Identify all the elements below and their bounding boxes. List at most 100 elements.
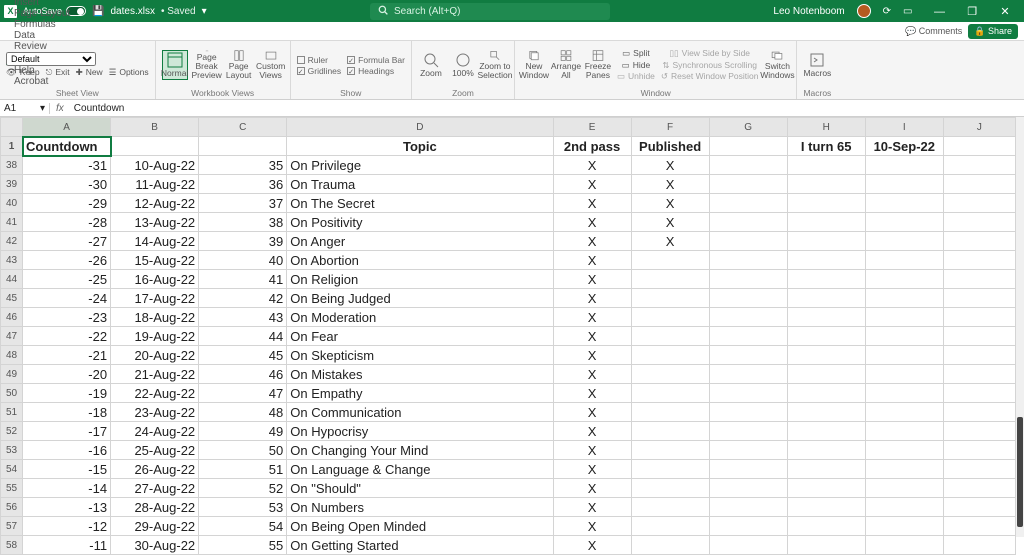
cell[interactable] [631, 422, 709, 441]
cell[interactable]: X [553, 327, 631, 346]
cell[interactable] [709, 270, 787, 289]
cell[interactable] [865, 251, 943, 270]
cell[interactable]: 55 [199, 536, 287, 555]
cell[interactable]: On Communication [287, 403, 553, 422]
save-icon[interactable]: 💾 [92, 6, 104, 17]
cell[interactable]: 18-Aug-22 [111, 308, 199, 327]
cell[interactable] [709, 498, 787, 517]
cell[interactable] [787, 498, 865, 517]
cell[interactable]: -27 [23, 232, 111, 251]
cell[interactable]: X [553, 403, 631, 422]
col-header-D[interactable]: D [287, 118, 553, 137]
view-side-by-side-button[interactable]: ▯▯ View Side by Side [661, 48, 759, 59]
cell[interactable] [787, 403, 865, 422]
cell[interactable]: 10-Sep-22 [865, 137, 943, 156]
cell[interactable] [865, 422, 943, 441]
cell[interactable]: 40 [199, 251, 287, 270]
cell[interactable]: 38 [199, 213, 287, 232]
row-header[interactable]: 55 [1, 479, 23, 498]
cell[interactable]: 27-Aug-22 [111, 479, 199, 498]
cell[interactable] [709, 327, 787, 346]
comments-button[interactable]: 💬 Comments [905, 26, 962, 37]
cell[interactable]: 30-Aug-22 [111, 536, 199, 555]
row-header[interactable]: 39 [1, 175, 23, 194]
fx-icon[interactable]: fx [50, 103, 70, 114]
cell[interactable]: -24 [23, 289, 111, 308]
cell[interactable]: -12 [23, 517, 111, 536]
cell[interactable]: On Being Open Minded [287, 517, 553, 536]
minimize-button[interactable]: — [924, 6, 954, 18]
sheetview-select[interactable]: Default [6, 52, 96, 66]
cell[interactable] [709, 289, 787, 308]
cell[interactable]: On Language & Change [287, 460, 553, 479]
zoom-button[interactable]: Zoom [418, 50, 444, 80]
zoom-100-button[interactable]: 100% [450, 50, 476, 80]
cell[interactable] [943, 251, 1015, 270]
cell[interactable] [865, 194, 943, 213]
cell[interactable]: 36 [199, 175, 287, 194]
cell[interactable]: 2nd pass [553, 137, 631, 156]
cell[interactable] [865, 270, 943, 289]
cell[interactable]: 52 [199, 479, 287, 498]
col-header-B[interactable]: B [111, 118, 199, 137]
col-header-H[interactable]: H [787, 118, 865, 137]
cell[interactable]: 45 [199, 346, 287, 365]
cell[interactable]: X [631, 232, 709, 251]
cell[interactable]: X [553, 308, 631, 327]
search-box[interactable]: Search (Alt+Q) [370, 3, 610, 20]
cell[interactable]: 42 [199, 289, 287, 308]
row-header[interactable]: 50 [1, 384, 23, 403]
cell[interactable] [787, 346, 865, 365]
cell[interactable] [631, 289, 709, 308]
row-header[interactable]: 40 [1, 194, 23, 213]
cell[interactable] [709, 441, 787, 460]
row-header[interactable]: 38 [1, 156, 23, 175]
split-button[interactable]: ▭ Split [617, 48, 655, 59]
tab-data[interactable]: Data [6, 30, 78, 41]
row-header[interactable]: 57 [1, 517, 23, 536]
name-box[interactable]: A1▾ [0, 103, 50, 114]
cell[interactable]: X [631, 175, 709, 194]
cell[interactable]: 23-Aug-22 [111, 403, 199, 422]
cell[interactable] [943, 479, 1015, 498]
cell[interactable]: -15 [23, 460, 111, 479]
new-window-button[interactable]: New Window [521, 50, 547, 80]
cell[interactable]: Published [631, 137, 709, 156]
custom-views-button[interactable]: Custom Views [258, 50, 284, 80]
cell[interactable]: On Moderation [287, 308, 553, 327]
cell[interactable] [865, 536, 943, 555]
cell[interactable] [787, 422, 865, 441]
cell[interactable]: 17-Aug-22 [111, 289, 199, 308]
col-header-A[interactable]: A [23, 118, 111, 137]
cell[interactable]: On Privilege [287, 156, 553, 175]
cell[interactable] [787, 156, 865, 175]
cell[interactable] [199, 137, 287, 156]
cell[interactable] [709, 536, 787, 555]
row-header[interactable]: 42 [1, 232, 23, 251]
cell[interactable] [709, 156, 787, 175]
maximize-button[interactable]: ❐ [957, 5, 987, 18]
cell[interactable]: -20 [23, 365, 111, 384]
row-header[interactable]: 41 [1, 213, 23, 232]
cell[interactable]: X [553, 536, 631, 555]
sync-icon[interactable]: ⟳ [883, 6, 891, 17]
row-header[interactable]: 53 [1, 441, 23, 460]
cell[interactable] [787, 232, 865, 251]
cell[interactable] [709, 365, 787, 384]
cell[interactable]: 22-Aug-22 [111, 384, 199, 403]
sync-scroll-button[interactable]: ⇅ Synchronous Scrolling [661, 60, 759, 71]
cell[interactable]: On Anger [287, 232, 553, 251]
cell[interactable] [709, 346, 787, 365]
cell[interactable]: 19-Aug-22 [111, 327, 199, 346]
reset-pos-button[interactable]: ↺ Reset Window Position [661, 71, 759, 82]
cell[interactable]: On Positivity [287, 213, 553, 232]
cell[interactable]: On Getting Started [287, 536, 553, 555]
cell[interactable]: X [631, 213, 709, 232]
cell[interactable] [787, 536, 865, 555]
cell[interactable] [943, 175, 1015, 194]
cell[interactable] [631, 327, 709, 346]
cell[interactable]: X [553, 498, 631, 517]
cell[interactable]: 28-Aug-22 [111, 498, 199, 517]
cell[interactable]: -23 [23, 308, 111, 327]
cell[interactable] [943, 384, 1015, 403]
